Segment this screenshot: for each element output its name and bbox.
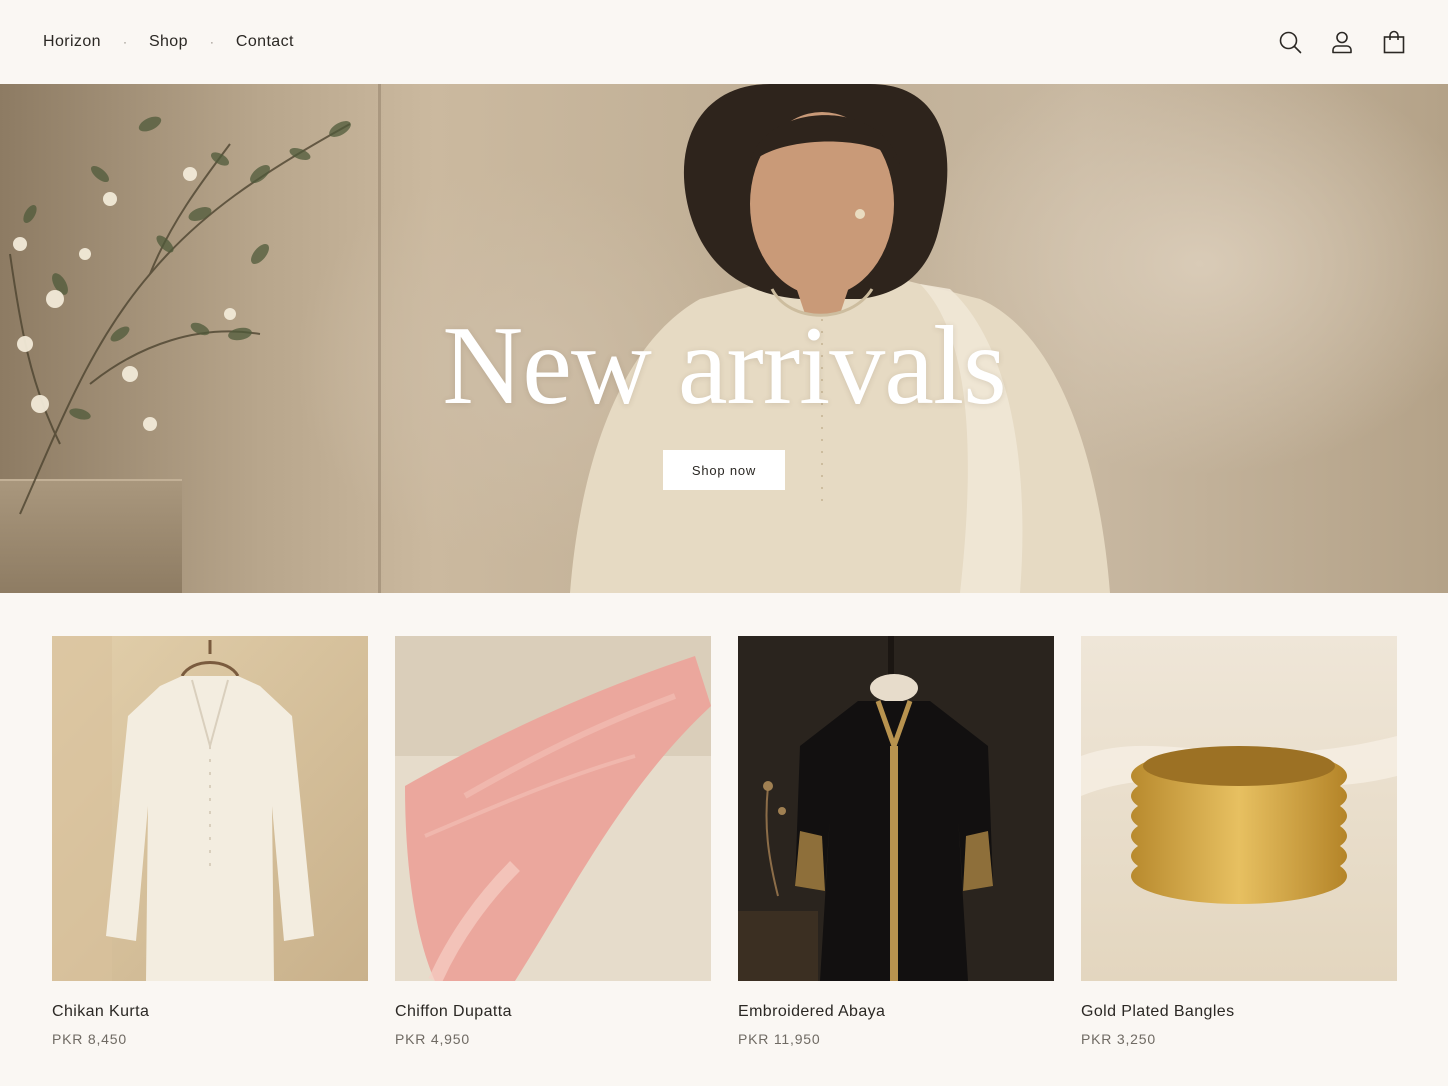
product-card[interactable]: Embroidered Abaya PKR 11,950 xyxy=(738,636,1054,1047)
product-card[interactable]: Chikan Kurta PKR 8,450 xyxy=(52,636,368,1047)
product-price: PKR 4,950 xyxy=(395,1031,470,1047)
product-grid: Chikan Kurta PKR 8,450 Chiffon Dupatta P… xyxy=(52,636,1397,1047)
header-actions xyxy=(1278,30,1406,54)
hero-title: New arrivals xyxy=(442,304,1006,428)
main-nav: Horizon · Shop · Contact xyxy=(43,33,294,51)
product-image-abaya[interactable] xyxy=(738,636,1054,981)
product-image-bangles[interactable] xyxy=(1081,636,1397,981)
nav-link-horizon[interactable]: Horizon xyxy=(43,33,101,51)
nav-separator: · xyxy=(209,35,214,49)
cart-icon[interactable] xyxy=(1382,30,1406,54)
product-name[interactable]: Embroidered Abaya xyxy=(738,1003,1054,1021)
product-image-dupatta[interactable] xyxy=(395,636,711,981)
product-price: PKR 8,450 xyxy=(52,1031,127,1047)
product-card[interactable]: Gold Plated Bangles PKR 3,250 xyxy=(1081,636,1397,1047)
hero-foliage-image xyxy=(9,116,351,515)
product-card[interactable]: Chiffon Dupatta PKR 4,950 xyxy=(395,636,711,1047)
product-name[interactable]: Chikan Kurta xyxy=(52,1003,368,1021)
shop-now-button[interactable]: Shop now xyxy=(663,450,785,490)
nav-link-shop[interactable]: Shop xyxy=(149,33,188,51)
product-name[interactable]: Gold Plated Bangles xyxy=(1081,1003,1397,1021)
hero-banner: New arrivals Shop now xyxy=(0,84,1448,593)
account-icon[interactable] xyxy=(1330,30,1354,54)
product-price: PKR 11,950 xyxy=(738,1031,821,1047)
product-image-kurta[interactable] xyxy=(52,636,368,981)
site-header: Horizon · Shop · Contact xyxy=(0,0,1448,84)
nav-separator: · xyxy=(122,35,127,49)
product-name[interactable]: Chiffon Dupatta xyxy=(395,1003,711,1021)
product-price: PKR 3,250 xyxy=(1081,1031,1156,1047)
search-icon[interactable] xyxy=(1278,30,1302,54)
nav-link-contact[interactable]: Contact xyxy=(236,33,294,51)
